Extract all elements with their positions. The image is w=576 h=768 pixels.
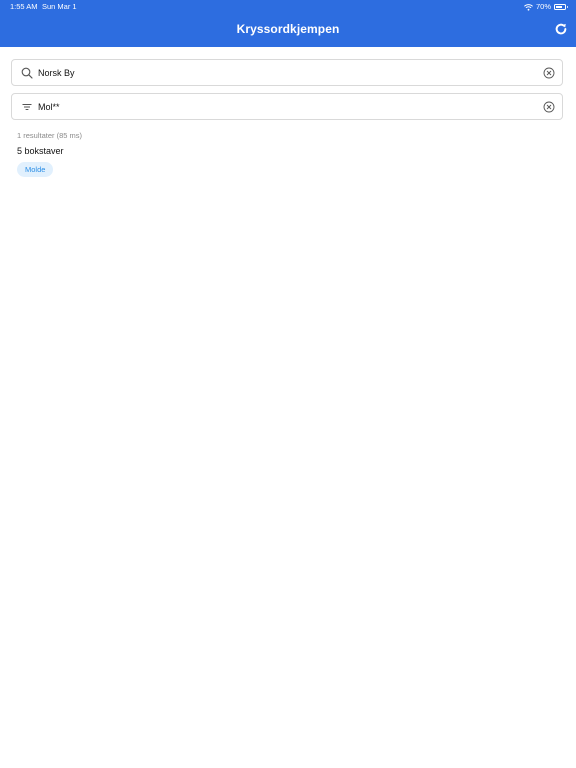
search-input[interactable] [38, 64, 528, 82]
status-time: 1:55 AM [10, 2, 38, 11]
battery-icon [554, 4, 568, 10]
pattern-input[interactable] [38, 98, 528, 116]
wifi-icon [524, 3, 533, 11]
app-title: Kryssordkjempen [236, 22, 340, 36]
filter-icon [21, 101, 33, 113]
result-count: 1 resultater (85 ms) [17, 131, 83, 140]
search-clear-button[interactable] [543, 67, 555, 79]
word-length-heading: 5 bokstaver [17, 146, 64, 156]
status-bar: 1:55 AM Sun Mar 1 70% [0, 0, 576, 14]
clear-icon [543, 101, 555, 113]
refresh-button[interactable] [552, 22, 570, 40]
refresh-icon [554, 22, 568, 41]
battery-percent: 70% [535, 2, 551, 11]
search-field[interactable] [11, 59, 563, 86]
app-header: 1:55 AM Sun Mar 1 70% Kryssordkjempen [0, 0, 576, 47]
filter-field[interactable] [11, 93, 563, 120]
filter-clear-button[interactable] [543, 101, 555, 113]
search-icon [21, 67, 33, 79]
clear-icon [543, 67, 555, 79]
status-right: 70% [524, 0, 568, 14]
result-word-chip[interactable]: Molde [17, 162, 54, 177]
status-date: Sun Mar 1 [42, 2, 77, 11]
